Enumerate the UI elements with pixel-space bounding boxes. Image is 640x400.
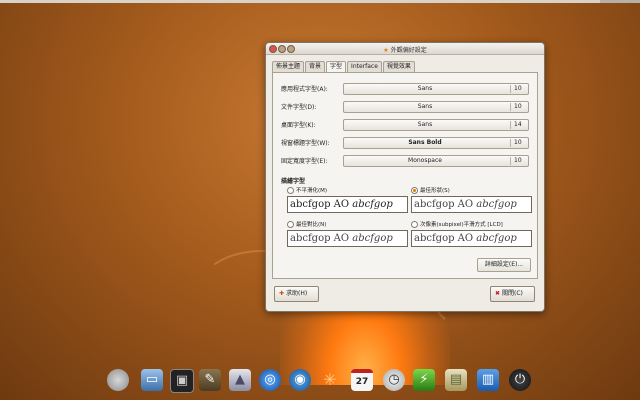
rendering-sample: abcfgop AO abcfgop [287, 196, 408, 213]
sample-text: abcfgop AO [414, 199, 477, 210]
font-size: 10 [514, 103, 522, 110]
font-name: Sans [417, 85, 433, 92]
close-icon: ✖ [495, 290, 501, 297]
trash-icon[interactable]: ▥ [477, 369, 499, 391]
sample-text: abcfgop AO [414, 233, 477, 244]
details-button[interactable]: 詳細設定(E)... [477, 258, 531, 272]
tab-theme[interactable]: 佈景主題 [272, 61, 305, 72]
top-panel [0, 0, 640, 3]
separator [510, 157, 511, 165]
sample-text: abcfgop AO [290, 199, 353, 210]
browser-icon[interactable]: ◎ [259, 369, 281, 391]
rendering-sample: abcfgop AO abcfgop [411, 196, 532, 213]
application-font-button[interactable]: Sans 10 [343, 83, 529, 95]
option-label: 最佳形狀(S) [420, 188, 450, 194]
radio-button-selected[interactable] [411, 187, 418, 194]
font-label: 桌面字型(K): [281, 122, 316, 129]
font-row-application: 應用程式字型(A): Sans 10 [281, 83, 535, 95]
tab-interface[interactable]: Interface [347, 61, 382, 72]
titlebar: ★ 外觀偏好設定 [266, 43, 544, 55]
font-size: 10 [514, 139, 522, 146]
apple-icon[interactable] [107, 369, 129, 391]
font-row-window-title: 視窗標題字型(W): Sans Bold 10 [281, 137, 535, 149]
separator [510, 121, 511, 129]
sample-italic: abcfgop [476, 199, 517, 210]
font-label: 視窗標題字型(W): [281, 140, 330, 147]
calendar-icon[interactable]: 27 [351, 369, 373, 391]
help-icon: ✚ [279, 290, 285, 297]
font-size: 10 [514, 157, 522, 164]
fonts-panel: 應用程式字型(A): Sans 10 文件字型(D): Sans 10 桌面字型… [272, 72, 538, 279]
image-icon[interactable]: ▤ [445, 369, 467, 391]
fixed-width-font-button[interactable]: Monospace 10 [343, 155, 529, 167]
battery-icon[interactable]: ⚡ [413, 369, 435, 391]
clock-icon[interactable]: ◷ [383, 369, 405, 391]
dock: ▭ ▣ ✎ ▲ ◎ ◉ ✳ 27 ◷ ⚡ ▤ ▥ ⏻ [103, 366, 543, 396]
desktop-font-button[interactable]: Sans 14 [343, 119, 529, 131]
gimp-icon[interactable]: ✎ [199, 369, 221, 391]
font-row-desktop: 桌面字型(K): Sans 14 [281, 119, 535, 131]
font-name: Monospace [408, 157, 442, 164]
option-label: 次像素(subpixel)平滑方式 [LCD] [420, 222, 503, 228]
font-label: 文件字型(D): [281, 104, 317, 111]
font-size: 10 [514, 85, 522, 92]
power-icon[interactable]: ⏻ [509, 369, 531, 391]
font-size: 14 [514, 121, 522, 128]
computer-icon[interactable]: ▭ [141, 369, 163, 391]
close-label: 關閉(C) [502, 290, 523, 297]
radio-button[interactable] [411, 221, 418, 228]
rendering-sample: abcfgop AO abcfgop [287, 230, 408, 247]
star-icon[interactable]: ✳ [319, 369, 341, 391]
sample-italic: abcfgop [476, 233, 517, 244]
window-title-text: 外觀偏好設定 [390, 47, 427, 54]
font-name: Sans [417, 121, 433, 128]
separator [510, 103, 511, 111]
font-row-document: 文件字型(D): Sans 10 [281, 101, 535, 113]
terminal-icon[interactable]: ▣ [170, 369, 194, 393]
font-name: Sans Bold [408, 139, 442, 146]
separator [510, 85, 511, 93]
separator [510, 139, 511, 147]
window-title-font-button[interactable]: Sans Bold 10 [343, 137, 529, 149]
option-label: 最佳對比(N) [296, 222, 327, 228]
document-font-button[interactable]: Sans 10 [343, 101, 529, 113]
help-button[interactable]: ✚ 求助(H) [274, 286, 319, 302]
globe-icon[interactable]: ◉ [289, 369, 311, 391]
help-label: 求助(H) [286, 290, 308, 297]
tab-background[interactable]: 背景 [305, 61, 326, 72]
close-button[interactable]: ✖ 關閉(C) [490, 286, 535, 302]
sample-text: abcfgop AO [290, 233, 353, 244]
option-label: 不平滑化(M) [296, 188, 328, 194]
radio-button[interactable] [287, 221, 294, 228]
tab-bar: 佈景主題 背景 字型 Interface 視覺效果 [272, 61, 416, 73]
tab-visual-effects[interactable]: 視覺效果 [382, 61, 415, 72]
sample-italic: abcfgop [352, 199, 393, 210]
font-label: 固定寬度字型(E): [281, 158, 328, 165]
rendering-heading: 描繪字型 [281, 178, 306, 185]
window-title: ★ 外觀偏好設定 [266, 45, 544, 54]
radio-button[interactable] [287, 187, 294, 194]
font-row-fixed-width: 固定寬度字型(E): Monospace 10 [281, 155, 535, 167]
vlc-icon[interactable]: ▲ [229, 369, 251, 391]
appearance-preferences-window: ★ 外觀偏好設定 佈景主題 背景 字型 Interface 視覺效果 應用程式字型… [265, 42, 545, 312]
top-panel-tray [600, 0, 640, 3]
font-name: Sans [417, 103, 433, 110]
font-label: 應用程式字型(A): [281, 86, 328, 93]
rendering-sample: abcfgop AO abcfgop [411, 230, 532, 247]
sample-italic: abcfgop [352, 233, 393, 244]
appearance-icon: ★ [383, 47, 389, 54]
